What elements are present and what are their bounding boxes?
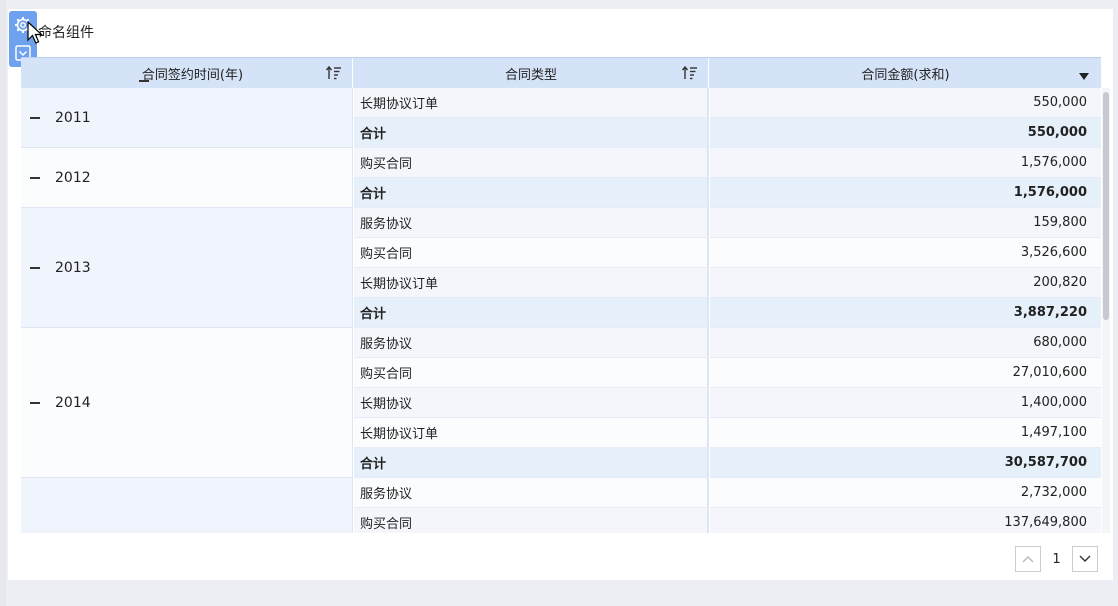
contract-amount-cell: 550,000 bbox=[710, 118, 1101, 148]
year-group-cell: 2014 bbox=[21, 328, 353, 478]
left-band bbox=[0, 0, 6, 606]
contract-type-cell: 合计 bbox=[354, 178, 709, 208]
contract-type-cell: 购买合同 bbox=[354, 148, 709, 178]
contract-amount-cell: 27,010,600 bbox=[710, 358, 1101, 388]
table-row: 购买合同 1,576,000 bbox=[354, 148, 1101, 178]
contract-type-cell: 购买合同 bbox=[354, 358, 709, 388]
header-contract-amount[interactable]: 合同金额(求和) bbox=[710, 58, 1101, 88]
contract-type-cell: 服务协议 bbox=[354, 478, 709, 508]
contract-type-cell: 合计 bbox=[354, 118, 709, 148]
year-label: 2012 bbox=[55, 169, 91, 186]
year-label: 2013 bbox=[55, 259, 91, 276]
caret-down-icon[interactable] bbox=[1079, 69, 1089, 84]
contract-amount-cell: 550,000 bbox=[710, 88, 1101, 118]
year-group-cell bbox=[21, 478, 353, 533]
table-row: 购买合同 27,010,600 bbox=[354, 358, 1101, 388]
contract-type-cell: 长期协议订单 bbox=[354, 88, 709, 118]
year-label: 2011 bbox=[55, 109, 91, 126]
sort-icon[interactable] bbox=[681, 65, 698, 84]
subtotal-row: 合计 3,887,220 bbox=[354, 298, 1101, 328]
collapse-icon[interactable] bbox=[29, 397, 41, 409]
page-number: 1 bbox=[1052, 551, 1061, 567]
pagination: 1 bbox=[1015, 546, 1098, 572]
table-row: 长期协议订单 1,497,100 bbox=[354, 418, 1101, 448]
table-row: 服务协议 159,800 bbox=[354, 208, 1101, 238]
contract-amount-cell: 1,400,000 bbox=[710, 388, 1101, 418]
year-group-header: 2011 bbox=[29, 110, 91, 126]
widget-title: 命名组件 bbox=[38, 25, 94, 41]
collapse-icon[interactable] bbox=[29, 112, 41, 124]
subtotal-row: 合计 30,587,700 bbox=[354, 448, 1101, 478]
header-label: 合同签约时间(年) bbox=[141, 67, 244, 83]
contract-type-cell: 合计 bbox=[354, 298, 709, 328]
scrollbar-thumb[interactable] bbox=[1103, 92, 1109, 320]
header-contract-type[interactable]: 合同类型 bbox=[354, 58, 709, 88]
prev-page-button[interactable] bbox=[1015, 546, 1041, 572]
contract-type-cell: 长期协议订单 bbox=[354, 268, 709, 298]
next-page-button[interactable] bbox=[1072, 546, 1098, 572]
year-group-header: 2012 bbox=[29, 170, 91, 186]
table-row: 长期协议订单 550,000 bbox=[354, 88, 1101, 118]
table-row: 服务协议 680,000 bbox=[354, 328, 1101, 358]
contract-amount-cell: 2,732,000 bbox=[710, 478, 1101, 508]
contract-amount-cell: 159,800 bbox=[710, 208, 1101, 238]
contract-amount-cell: 30,587,700 bbox=[710, 448, 1101, 478]
contract-type-cell: 长期协议 bbox=[354, 388, 709, 418]
year-label: 2014 bbox=[55, 394, 91, 411]
contract-amount-cell: 3,887,220 bbox=[710, 298, 1101, 328]
subtotal-row: 合计 550,000 bbox=[354, 118, 1101, 148]
collapse-all-icon[interactable] bbox=[138, 75, 150, 87]
mouse-cursor-icon bbox=[27, 20, 44, 51]
table-row: 长期协议 1,400,000 bbox=[354, 388, 1101, 418]
header-contract-year[interactable]: 合同签约时间(年) bbox=[21, 58, 353, 88]
contract-type-cell: 服务协议 bbox=[354, 208, 709, 238]
contract-type-cell: 购买合同 bbox=[354, 508, 709, 533]
year-group-cell: 2012 bbox=[21, 148, 353, 208]
contract-amount-cell: 680,000 bbox=[710, 328, 1101, 358]
year-group-cell: 2011 bbox=[21, 88, 353, 148]
contract-amount-cell: 1,576,000 bbox=[710, 178, 1101, 208]
table-header: 合同签约时间(年) 合同类型 合同金额(求和) bbox=[21, 57, 1101, 88]
year-group-header: 2013 bbox=[29, 260, 91, 276]
sort-icon[interactable] bbox=[325, 65, 342, 84]
contract-amount-cell: 200,820 bbox=[710, 268, 1101, 298]
contract-type-cell: 服务协议 bbox=[354, 328, 709, 358]
contract-type-cell: 合计 bbox=[354, 448, 709, 478]
contract-amount-cell: 137,649,800 bbox=[710, 508, 1101, 533]
top-band bbox=[0, 0, 1118, 9]
table-row: 服务协议 2,732,000 bbox=[354, 478, 1101, 508]
contract-type-cell: 购买合同 bbox=[354, 238, 709, 268]
pivot-table: 合同签约时间(年) 合同类型 合同金额(求和) 2011 长期协议订单 550,… bbox=[21, 57, 1101, 533]
table-row: 购买合同 3,526,600 bbox=[354, 238, 1101, 268]
subtotal-row: 合计 1,576,000 bbox=[354, 178, 1101, 208]
collapse-icon[interactable] bbox=[29, 172, 41, 184]
contract-amount-cell: 3,526,600 bbox=[710, 238, 1101, 268]
year-group-header: 2014 bbox=[29, 395, 91, 411]
header-label: 合同金额(求和) bbox=[861, 67, 950, 83]
contract-amount-cell: 1,576,000 bbox=[710, 148, 1101, 178]
table-row: 长期协议订单 200,820 bbox=[354, 268, 1101, 298]
contract-amount-cell: 1,497,100 bbox=[710, 418, 1101, 448]
header-label: 合同类型 bbox=[504, 67, 557, 83]
table-row: 购买合同 137,649,800 bbox=[354, 508, 1101, 533]
collapse-icon[interactable] bbox=[29, 262, 41, 274]
contract-type-cell: 长期协议订单 bbox=[354, 418, 709, 448]
year-group-cell: 2013 bbox=[21, 208, 353, 328]
